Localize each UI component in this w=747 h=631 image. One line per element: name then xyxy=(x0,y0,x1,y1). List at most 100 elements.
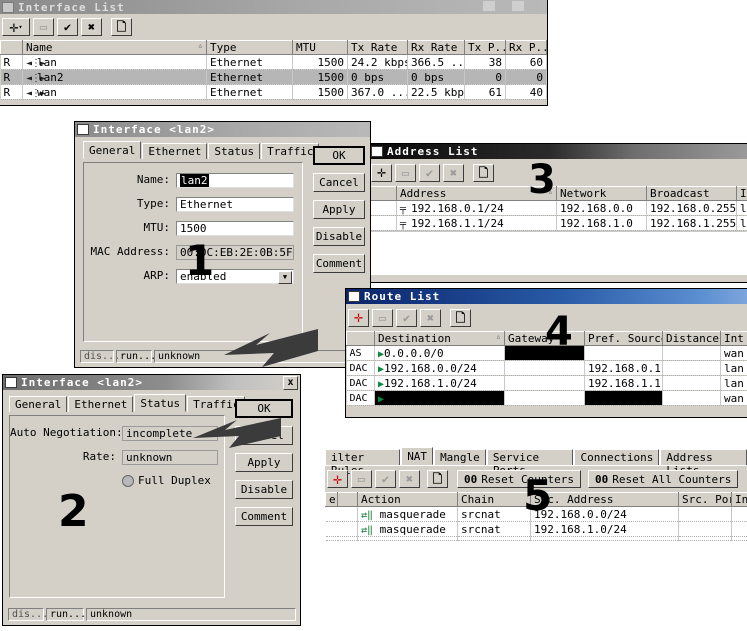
tab-mangle[interactable]: Mangle xyxy=(434,449,486,465)
table-row-partial[interactable] xyxy=(325,536,747,541)
table-row[interactable]: DAC ▶192.168.1.0/24 192.168.1.1 lan xyxy=(346,375,747,391)
col-rx-rate[interactable]: Rx Rate xyxy=(407,40,465,55)
col-destination[interactable]: Destination ▵ xyxy=(374,331,505,346)
type-field[interactable]: Ethernet xyxy=(176,197,294,212)
row-type: Ethernet xyxy=(206,69,293,85)
tab-filter-rules[interactable]: ilter Rules xyxy=(325,449,401,477)
add-icon[interactable]: ✛ xyxy=(348,308,369,327)
enable-icon[interactable]: ✔ xyxy=(57,18,78,36)
tab-address-lists[interactable]: Address Lists xyxy=(660,449,747,477)
col-type[interactable]: Type xyxy=(206,40,293,55)
tab-general[interactable]: General xyxy=(9,396,68,412)
row-action xyxy=(357,536,458,541)
col-pref-source[interactable]: Pref. Source xyxy=(584,331,663,346)
tab-nat[interactable]: NAT xyxy=(401,447,434,465)
address-list-titlebar[interactable]: Address List xyxy=(369,144,747,159)
comment-icon[interactable]: 🗋 xyxy=(450,308,471,327)
comment-icon[interactable]: 🗋 xyxy=(473,163,494,182)
col-mtu[interactable]: MTU xyxy=(292,40,348,55)
full-duplex-row: Full Duplex xyxy=(122,474,218,487)
tab-traffic[interactable]: Traffic xyxy=(261,143,320,159)
disable-icon[interactable]: ✖ xyxy=(399,470,420,488)
remove-icon[interactable]: ▭ xyxy=(372,308,393,327)
disable-icon[interactable]: ✖ xyxy=(420,308,441,327)
table-row[interactable]: ╤ 192.168.0.1/24 192.168.0.0 192.168.0.25… xyxy=(369,200,747,216)
col-name[interactable]: Name ▵ xyxy=(22,40,207,55)
col-blank[interactable] xyxy=(337,492,358,507)
table-row[interactable]: DAC ▶ wan xyxy=(346,390,747,406)
route-list-titlebar[interactable]: Route List xyxy=(346,289,747,304)
col-action[interactable]: Action xyxy=(357,492,458,507)
col-interface[interactable]: Int xyxy=(720,331,747,346)
interface-list-toolbar: ✛ ▾ ▭ ✔ ✖ 🗋 xyxy=(0,14,547,40)
table-row[interactable]: DAC ▶192.168.0.0/24 192.168.0.1 lan xyxy=(346,360,747,376)
tab-service-ports[interactable]: Service Ports xyxy=(486,449,574,477)
ok-button[interactable]: OK xyxy=(313,146,365,165)
col-blank[interactable] xyxy=(0,40,23,55)
row-tx-rate: 367.0 ... xyxy=(347,84,408,100)
row-in-interface xyxy=(731,506,747,522)
reset-all-counters-button[interactable]: 00 Reset All Counters xyxy=(587,470,739,488)
col-distance[interactable]: Distance xyxy=(662,331,721,346)
name-field[interactable]: lan2 xyxy=(176,173,294,188)
interface-status-titlebar[interactable]: Interface <lan2> x xyxy=(3,375,300,390)
col-tx-rate[interactable]: Tx Rate xyxy=(347,40,408,55)
col-rx-packets[interactable]: Rx P... xyxy=(505,40,547,55)
remove-icon[interactable]: ▭ xyxy=(395,163,416,182)
col-in-interface[interactable]: In. xyxy=(731,492,747,507)
comment-button[interactable]: Comment xyxy=(313,254,365,273)
col-chain[interactable]: Chain xyxy=(457,492,531,507)
apply-button[interactable]: Apply xyxy=(313,200,365,219)
table-row[interactable]: R ◄⋮►lan Ethernet 1500 24.2 kbps 366.5 .… xyxy=(0,54,547,70)
row-flags: DAC xyxy=(346,375,375,391)
enable-icon[interactable]: ✔ xyxy=(419,163,440,182)
table-row[interactable]: R ◄⋮►wan Ethernet 1500 367.0 ... 22.5 kb… xyxy=(0,84,547,100)
table-row[interactable]: ⇄‖ masquerade srcnat 192.168.1.0/24 xyxy=(325,521,747,537)
col-index[interactable]: e xyxy=(325,492,338,507)
apply-button[interactable]: Apply xyxy=(235,453,293,472)
tab-ethernet[interactable]: Ethernet xyxy=(68,396,134,412)
tab-status[interactable]: Status xyxy=(134,394,187,412)
table-row[interactable]: R ◄⋮►lan2 Ethernet 1500 0 bps 0 bps 0 0 xyxy=(0,69,547,85)
interface-list-titlebar[interactable]: Interface List xyxy=(0,0,547,14)
comment-icon[interactable]: 🗋 xyxy=(427,470,448,488)
col-tx-packets[interactable]: Tx P... xyxy=(464,40,506,55)
disable-icon[interactable]: ✖ xyxy=(81,18,102,36)
row-blank xyxy=(369,215,397,231)
tab-connections[interactable]: Connections xyxy=(574,449,660,465)
tab-status[interactable]: Status xyxy=(208,143,261,159)
col-network[interactable]: Network xyxy=(556,186,647,201)
window-controls[interactable] xyxy=(483,1,543,11)
cancel-button[interactable]: Cancel xyxy=(313,173,365,192)
close-icon[interactable]: x xyxy=(283,375,298,390)
remove-icon[interactable]: ▭ xyxy=(33,18,54,36)
status-link: unknown xyxy=(86,608,296,621)
disable-icon[interactable]: ✖ xyxy=(443,163,464,182)
col-flags[interactable] xyxy=(346,331,375,346)
remove-icon[interactable]: ▭ xyxy=(351,470,372,488)
interface-status-title: Interface <lan2> xyxy=(21,376,143,389)
reset-counters-button[interactable]: 00 Reset Counters xyxy=(457,470,581,488)
col-broadcast[interactable]: Broadcast xyxy=(646,186,737,201)
tab-ethernet[interactable]: Ethernet xyxy=(142,143,208,159)
disable-button[interactable]: Disable xyxy=(313,227,365,246)
table-row[interactable]: ╤ 192.168.1.1/24 192.168.1.0 192.168.1.25… xyxy=(369,215,747,231)
add-icon[interactable]: ✛ xyxy=(371,163,392,182)
chevron-down-icon[interactable]: ▼ xyxy=(278,271,292,284)
comment-button[interactable]: Comment xyxy=(235,507,293,526)
col-src-address[interactable]: Src. Address xyxy=(530,492,679,507)
tab-general[interactable]: General xyxy=(83,141,142,159)
col-interface[interactable]: In xyxy=(736,186,747,201)
interface-general-titlebar[interactable]: Interface <lan2> xyxy=(75,122,370,137)
row-flag: R xyxy=(0,84,23,100)
mtu-field[interactable]: 1500 xyxy=(176,221,294,236)
disable-button[interactable]: Disable xyxy=(235,480,293,499)
col-src-port[interactable]: Src. Port xyxy=(678,492,732,507)
enable-icon[interactable]: ✔ xyxy=(396,308,417,327)
enable-icon[interactable]: ✔ xyxy=(375,470,396,488)
comment-icon[interactable]: 🗋 xyxy=(111,18,132,36)
add-icon[interactable]: ✛ xyxy=(327,470,348,488)
add-icon[interactable]: ✛ ▾ xyxy=(2,18,30,36)
masquerade-icon: ⇄‖ xyxy=(361,509,374,521)
col-blank[interactable] xyxy=(369,186,397,201)
